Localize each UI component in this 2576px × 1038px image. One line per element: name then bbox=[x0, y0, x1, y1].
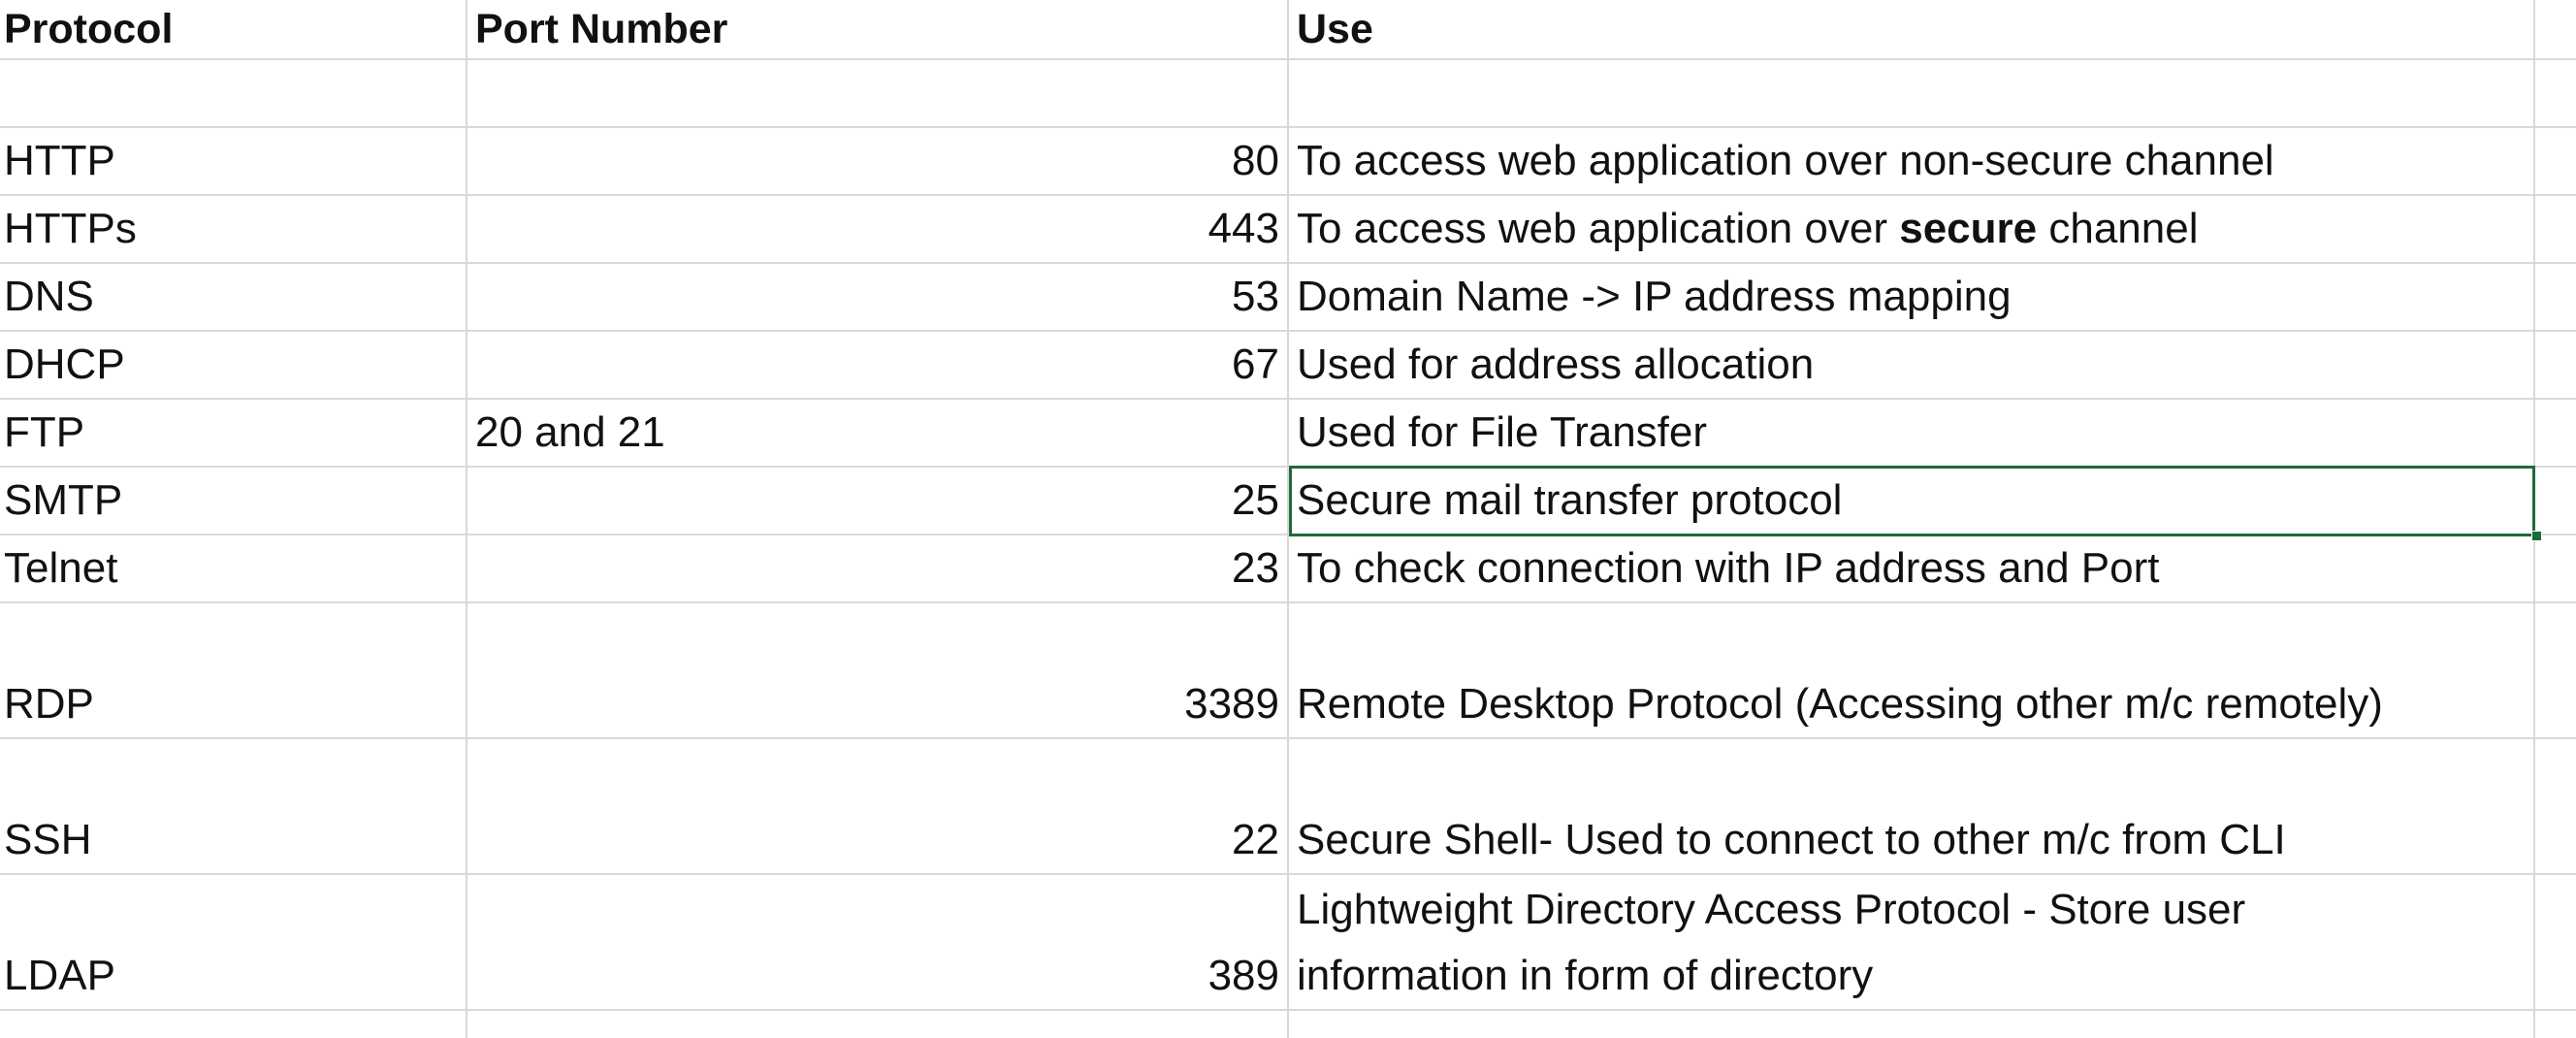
protocol-cell[interactable]: Telnet bbox=[0, 535, 467, 601]
table-row: FTP 20 and 21 Used for File Transfer bbox=[0, 400, 2576, 468]
table-row: DHCP 67 Used for address allocation bbox=[0, 332, 2576, 400]
cell-empty[interactable] bbox=[0, 1011, 467, 1038]
cell-empty[interactable] bbox=[467, 1011, 1289, 1038]
port-cell[interactable]: 22 bbox=[467, 739, 1289, 873]
empty-row bbox=[0, 1011, 2576, 1038]
spreadsheet-grid: Protocol Port Number Use HTTP 80 To acce… bbox=[0, 0, 2576, 1038]
cell-empty[interactable] bbox=[2535, 264, 2576, 330]
protocol-cell[interactable]: RDP bbox=[0, 603, 467, 737]
protocol-cell[interactable]: HTTPs bbox=[0, 196, 467, 262]
cell-empty[interactable] bbox=[1289, 60, 2535, 126]
use-cell[interactable]: Lightweight Directory Access Protocol - … bbox=[1289, 875, 2535, 1009]
cell-empty[interactable] bbox=[2535, 128, 2576, 194]
cell-empty[interactable] bbox=[2535, 739, 2576, 873]
header-port-number[interactable]: Port Number bbox=[467, 0, 1289, 58]
cell-empty[interactable] bbox=[2535, 468, 2576, 534]
protocol-cell[interactable]: HTTP bbox=[0, 128, 467, 194]
table-row: Telnet 23 To check connection with IP ad… bbox=[0, 535, 2576, 603]
table-row: RDP 3389 Remote Desktop Protocol (Access… bbox=[0, 603, 2576, 739]
use-cell[interactable]: Domain Name -> IP address mapping bbox=[1289, 264, 2535, 330]
use-cell-selected[interactable]: Secure mail transfer protocol bbox=[1289, 468, 2535, 534]
cell-empty[interactable] bbox=[2535, 60, 2576, 126]
use-cell[interactable]: Remote Desktop Protocol (Accessing other… bbox=[1289, 603, 2535, 737]
cell-empty[interactable] bbox=[2535, 400, 2576, 466]
cell-empty[interactable] bbox=[2535, 1011, 2576, 1038]
table-row: HTTP 80 To access web application over n… bbox=[0, 128, 2576, 196]
use-text: To access web application over secure ch… bbox=[1297, 205, 2199, 252]
header-protocol[interactable]: Protocol bbox=[0, 0, 467, 58]
use-cell[interactable]: Used for File Transfer bbox=[1289, 400, 2535, 466]
use-cell[interactable]: To access web application over secure ch… bbox=[1289, 196, 2535, 262]
port-cell[interactable]: 67 bbox=[467, 332, 1289, 398]
table-row: SMTP 25 Secure mail transfer protocol bbox=[0, 468, 2576, 535]
port-cell[interactable]: 3389 bbox=[467, 603, 1289, 737]
protocol-cell[interactable]: FTP bbox=[0, 400, 467, 466]
fill-handle[interactable] bbox=[2531, 531, 2542, 541]
bold-text: secure bbox=[1899, 205, 2038, 252]
table-row: DNS 53 Domain Name -> IP address mapping bbox=[0, 264, 2576, 332]
cell-empty[interactable] bbox=[1289, 1011, 2535, 1038]
use-cell[interactable]: To access web application over non-secur… bbox=[1289, 128, 2535, 194]
cell-empty[interactable] bbox=[2535, 603, 2576, 737]
use-cell[interactable]: Secure Shell- Used to connect to other m… bbox=[1289, 739, 2535, 873]
protocol-cell[interactable]: DNS bbox=[0, 264, 467, 330]
protocol-cell[interactable]: SSH bbox=[0, 739, 467, 873]
use-cell[interactable]: Used for address allocation bbox=[1289, 332, 2535, 398]
port-cell[interactable]: 53 bbox=[467, 264, 1289, 330]
port-cell[interactable]: 80 bbox=[467, 128, 1289, 194]
use-cell[interactable]: To check connection with IP address and … bbox=[1289, 535, 2535, 601]
header-row: Protocol Port Number Use bbox=[0, 0, 2576, 60]
port-cell[interactable]: 389 bbox=[467, 875, 1289, 1009]
protocol-cell[interactable]: DHCP bbox=[0, 332, 467, 398]
port-cell[interactable]: 25 bbox=[467, 468, 1289, 534]
header-use[interactable]: Use bbox=[1289, 0, 2535, 58]
port-cell[interactable]: 443 bbox=[467, 196, 1289, 262]
table-row: HTTPs 443 To access web application over… bbox=[0, 196, 2576, 264]
protocol-cell[interactable]: SMTP bbox=[0, 468, 467, 534]
table-row: LDAP 389 Lightweight Directory Access Pr… bbox=[0, 875, 2576, 1011]
protocol-cell[interactable]: LDAP bbox=[0, 875, 467, 1009]
empty-row bbox=[0, 60, 2576, 128]
table-row: SSH 22 Secure Shell- Used to connect to … bbox=[0, 739, 2576, 875]
cell-empty[interactable] bbox=[2535, 196, 2576, 262]
cell-d-header[interactable] bbox=[2535, 0, 2576, 58]
cell-empty[interactable] bbox=[2535, 332, 2576, 398]
port-cell[interactable]: 23 bbox=[467, 535, 1289, 601]
port-cell[interactable]: 20 and 21 bbox=[467, 400, 1289, 466]
cell-empty[interactable] bbox=[467, 60, 1289, 126]
cell-empty[interactable] bbox=[2535, 875, 2576, 1009]
cell-empty[interactable] bbox=[0, 60, 467, 126]
cell-empty[interactable] bbox=[2535, 535, 2576, 601]
